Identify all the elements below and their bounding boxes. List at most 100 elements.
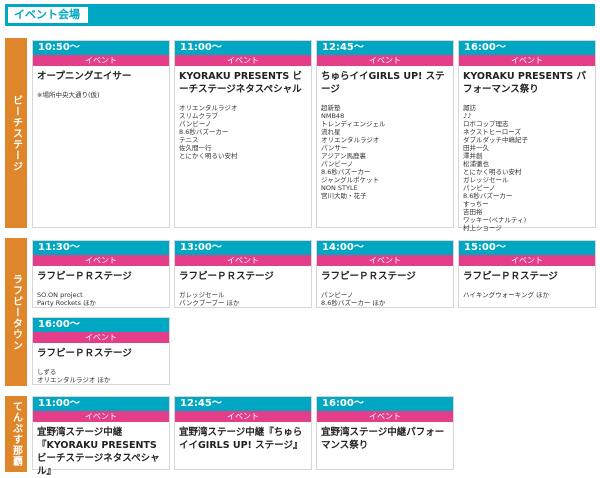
event-title: 宜野湾ステージ中継『ちゅらイイGIRLS UP! ステージ』 [179, 427, 303, 451]
performer: 澤井創 [463, 152, 483, 160]
performer: パンサー [321, 144, 348, 152]
performer: とにかく明るい安村 [179, 152, 238, 160]
event-card[interactable]: 11:30〜 イベント ラフピーＰＲステージ SO.ON project Par… [32, 240, 170, 308]
event-title: ラフピーＰＲステージ [179, 271, 274, 282]
event-category: イベント [175, 255, 311, 266]
performer: ガレッジセール [179, 291, 225, 299]
performer: しずる [37, 368, 57, 376]
event-time: 16:00〜 [459, 41, 595, 55]
performer: 諏訪 [463, 104, 476, 112]
performer: 松浦徹也 [463, 160, 489, 168]
event-card[interactable]: 13:00〜 イベント ラフピーＰＲステージ ガレッジセール パンクブーブー ほ… [174, 240, 312, 308]
venue-title: イベント会場 [8, 7, 88, 23]
event-title: ラフピーＰＲステージ [37, 348, 132, 359]
performer: すっちー [463, 200, 489, 208]
performer: パンビーノ [321, 291, 354, 299]
performer-list: SO.ON project Party Rockets ほか [33, 283, 169, 307]
performer: オリエンタルラジオ [321, 136, 380, 144]
event-category: イベント [459, 255, 595, 266]
performer: テニス [179, 136, 199, 144]
event-card[interactable]: 10:50〜 イベント オープニングエイサー ※場所中央大通り(仮) [32, 40, 170, 228]
performer: スリムクラブ [179, 112, 218, 120]
event-title: KYORAKU PRESENTS ビーチステージネタスペシャル [179, 71, 303, 95]
performer: ハイキングウォーキング ほか [463, 291, 550, 299]
performer: オリエンタルラジオ [179, 104, 238, 112]
event-card[interactable]: 12:45〜 イベント 宜野湾ステージ中継『ちゅらイイGIRLS UP! ステー… [174, 396, 312, 470]
event-category: イベント [317, 411, 453, 422]
section-label-laughpeace: ラフピータウン [5, 238, 27, 386]
venue-header: イベント会場 [5, 4, 595, 26]
performer: 8.6秒バズーカー [463, 192, 513, 200]
event-title: ラフピーＰＲステージ [463, 271, 558, 282]
performer: 佐久間一行 [179, 144, 212, 152]
performer: 吉田裕 [463, 208, 483, 216]
performer: Party Rockets ほか [37, 299, 97, 307]
performer: ワッキー(ペナルティ) [463, 216, 527, 224]
section-label-tenpusu: てんぷす那覇 [5, 396, 27, 472]
performer: ジャングルポケット [321, 176, 380, 184]
event-card[interactable]: 11:00〜 イベント 宜野湾ステージ中継『KYORAKU PRESENTS ビ… [32, 396, 170, 477]
performer: SO.ON project [37, 291, 83, 299]
performer: パンビーノ [463, 184, 496, 192]
event-title: ラフピーＰＲステージ [321, 271, 416, 282]
performer-list: ガレッジセール パンクブーブー ほか [175, 283, 311, 307]
event-time: 10:50〜 [33, 41, 169, 55]
section-label-text: ラフピータウン [10, 273, 22, 351]
performer: ガレッジセール [463, 176, 509, 184]
event-category: イベント [33, 332, 169, 343]
performer: 8.6秒バズーカー [321, 168, 371, 176]
event-category: イベント [317, 255, 453, 266]
event-card[interactable]: 15:00〜 イベント ラフピーＰＲステージ ハイキングウォーキング ほか [458, 240, 596, 308]
performer-list: ※場所中央大通り(仮) [33, 83, 169, 99]
performer: 村上ショージ [463, 224, 502, 232]
performer: NON STYLE [321, 184, 358, 192]
event-category: イベント [175, 55, 311, 66]
performer: 流れ星 [321, 128, 341, 136]
performer-list: 超新塾 NMB48 トレンディエンジェル 流れ星 オリエンタルラジオ パンサー … [317, 96, 453, 200]
event-card[interactable]: 16:00〜 イベント ラフピーＰＲステージ しずる オリエンタルラジオ ほか [32, 317, 170, 385]
performer: アジアン馬鹿裏 [321, 152, 366, 160]
event-category: イベント [175, 411, 311, 422]
performer: トレンディエンジェル [321, 120, 386, 128]
section-label-text: てんぷす那覇 [10, 401, 22, 467]
event-card[interactable]: 12:45〜 イベント ちゅらイイGIRLS UP! ステージ 超新塾 NMB4… [316, 40, 454, 228]
event-card[interactable]: 11:00〜 イベント KYORAKU PRESENTS ビーチステージネタスペ… [174, 40, 312, 228]
performer-list: 諏訪 ♪♪ ロボコップ理志 ネクストヒーローズ ダブルダッチ中嶋紀子 田井一久 … [459, 96, 595, 232]
event-time: 15:00〜 [459, 241, 595, 255]
performer: パンビーノ [321, 160, 354, 168]
event-time: 11:00〜 [175, 41, 311, 55]
event-card[interactable]: 16:00〜 イベント 宜野湾ステージ中継パフォーマンス祭り [316, 396, 454, 470]
performer: オリエンタルラジオ ほか [37, 376, 111, 384]
event-time: 11:00〜 [33, 397, 169, 411]
event-title: ちゅらイイGIRLS UP! ステージ [321, 71, 445, 95]
event-category: イベント [317, 55, 453, 66]
event-time: 12:45〜 [175, 397, 311, 411]
section-label-beach: ビーチステージ [5, 38, 27, 228]
performer-list: ハイキングウォーキング ほか [459, 283, 595, 299]
event-card[interactable]: 14:00〜 イベント ラフピーＰＲステージ パンビーノ 8.6秒バズーカー ほ… [316, 240, 454, 308]
performer: とにかく明るい安村 [463, 168, 522, 176]
event-title: オープニングエイサー [37, 71, 132, 82]
event-title: 宜野湾ステージ中継『KYORAKU PRESENTS ビーチステージネタスペシャ… [37, 427, 160, 477]
event-time: 12:45〜 [317, 41, 453, 55]
performer-list: オリエンタルラジオ スリムクラブ パンビーノ 8.6秒バズーカー テニス 佐久間… [175, 96, 311, 160]
performer: ロボコップ理志 [463, 120, 509, 128]
event-title: 宜野湾ステージ中継パフォーマンス祭り [321, 427, 445, 451]
event-card[interactable]: 16:00〜 イベント KYORAKU PRESENTS パフォーマンス祭り 諏… [458, 40, 596, 232]
event-category: イベント [33, 411, 169, 422]
performer: 宮川大助・花子 [321, 192, 367, 200]
performer: ネクストヒーローズ [463, 128, 521, 136]
event-title: ラフピーＰＲステージ [37, 271, 132, 282]
performer: 8.6秒バズーカー ほか [321, 299, 386, 307]
performer: ダブルダッチ中嶋紀子 [463, 136, 528, 144]
performer-list: しずる オリエンタルラジオ ほか [33, 360, 169, 384]
performer: ♪♪ [463, 112, 472, 120]
performer: NMB48 [321, 112, 345, 120]
event-time: 11:30〜 [33, 241, 169, 255]
performer: 田井一久 [463, 144, 489, 152]
performer: 8.6秒バズーカー [179, 128, 229, 136]
event-time: 16:00〜 [317, 397, 453, 411]
performer: 超新塾 [321, 104, 341, 112]
performer-list: パンビーノ 8.6秒バズーカー ほか [317, 283, 453, 307]
event-time: 16:00〜 [33, 318, 169, 332]
